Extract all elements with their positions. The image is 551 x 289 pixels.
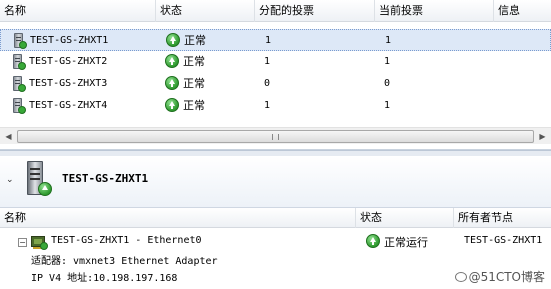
- node-status: 正常: [183, 77, 205, 90]
- node-status: 正常: [183, 99, 205, 112]
- status-up-icon: [38, 182, 52, 196]
- tree-collapse-toggle[interactable]: −: [18, 238, 27, 247]
- summary-node-name: TEST-GS-ZHXT1: [62, 172, 149, 185]
- column-header-status[interactable]: 状态: [356, 208, 454, 228]
- nodes-grid-header: 名称 状态 分配的投票 当前投票 信息: [0, 0, 551, 22]
- node-status: 正常: [184, 34, 206, 47]
- network-item-name[interactable]: TEST-GS-ZHXT1 - Ethernet0: [51, 235, 202, 246]
- assigned-votes: 1: [265, 35, 272, 46]
- assigned-votes: 1: [264, 56, 271, 67]
- node-name: TEST-GS-ZHXT3: [29, 78, 108, 89]
- watermark: @51CTO博客: [454, 268, 545, 285]
- table-row[interactable]: TEST-GS-ZHXT3 正常 0 0: [0, 73, 551, 95]
- online-badge-icon: [18, 84, 26, 92]
- network-grid: 名称 状态 所有者节点 − TEST-GS-ZHXT1 - Ethernet0 …: [0, 208, 551, 289]
- scrollbar-grip-icon: [271, 134, 279, 140]
- watermark-text: @51CTO博客: [468, 270, 545, 284]
- scrollbar-thumb[interactable]: [17, 130, 534, 143]
- status-up-icon: [366, 234, 380, 248]
- column-header-info[interactable]: 信息: [494, 0, 551, 22]
- scroll-left-button[interactable]: ◀: [0, 128, 17, 145]
- horizontal-scrollbar[interactable]: ◀ ▶: [0, 127, 551, 144]
- node-summary-header: ⌄ TEST-GS-ZHXT1: [0, 156, 551, 208]
- status-up-icon: [165, 76, 179, 90]
- table-row[interactable]: TEST-GS-ZHXT4 正常 1 1: [0, 95, 551, 117]
- assigned-votes: 1: [264, 100, 271, 111]
- status-up-icon: [166, 33, 180, 47]
- node-name: TEST-GS-ZHXT1: [30, 35, 109, 46]
- table-row-selected[interactable]: TEST-GS-ZHXT1 正常 1 1: [0, 29, 551, 51]
- collapse-chevron-icon[interactable]: ⌄: [6, 175, 16, 185]
- current-votes: 0: [384, 78, 391, 89]
- current-votes: 1: [385, 35, 392, 46]
- online-badge-icon: [40, 242, 48, 250]
- column-header-name[interactable]: 名称: [0, 0, 156, 22]
- current-votes: 1: [384, 100, 391, 111]
- node-status: 正常: [183, 55, 205, 68]
- assigned-votes: 0: [264, 78, 271, 89]
- network-grid-header: 名称 状态 所有者节点: [0, 208, 551, 228]
- column-header-status[interactable]: 状态: [156, 0, 255, 22]
- ipv4-address: IP V4 地址:10.198.197.168: [31, 273, 178, 284]
- column-header-assigned-votes[interactable]: 分配的投票: [255, 0, 375, 22]
- node-name: TEST-GS-ZHXT2: [29, 56, 108, 67]
- column-header-current-votes[interactable]: 当前投票: [375, 0, 494, 22]
- column-header-owner-node[interactable]: 所有者节点: [454, 208, 551, 228]
- network-item-status: 正常运行: [384, 236, 428, 249]
- scroll-right-button[interactable]: ▶: [534, 128, 551, 145]
- network-item-owner: TEST-GS-ZHXT1: [464, 235, 543, 246]
- online-badge-icon: [18, 106, 26, 114]
- adapter-info: 适配器: vmxnet3 Ethernet Adapter: [31, 256, 218, 267]
- column-header-name[interactable]: 名称: [0, 208, 356, 228]
- node-name: TEST-GS-ZHXT4: [29, 100, 108, 111]
- online-badge-icon: [19, 41, 27, 49]
- status-up-icon: [165, 54, 179, 68]
- nodes-grid: 名称 状态 分配的投票 当前投票 信息 TEST-GS-ZHXT1 正常 1 1…: [0, 0, 551, 150]
- table-row[interactable]: TEST-GS-ZHXT2 正常 1 1: [0, 51, 551, 73]
- chat-bubble-icon: [454, 272, 467, 282]
- current-votes: 1: [384, 56, 391, 67]
- online-badge-icon: [18, 62, 26, 70]
- status-up-icon: [165, 98, 179, 112]
